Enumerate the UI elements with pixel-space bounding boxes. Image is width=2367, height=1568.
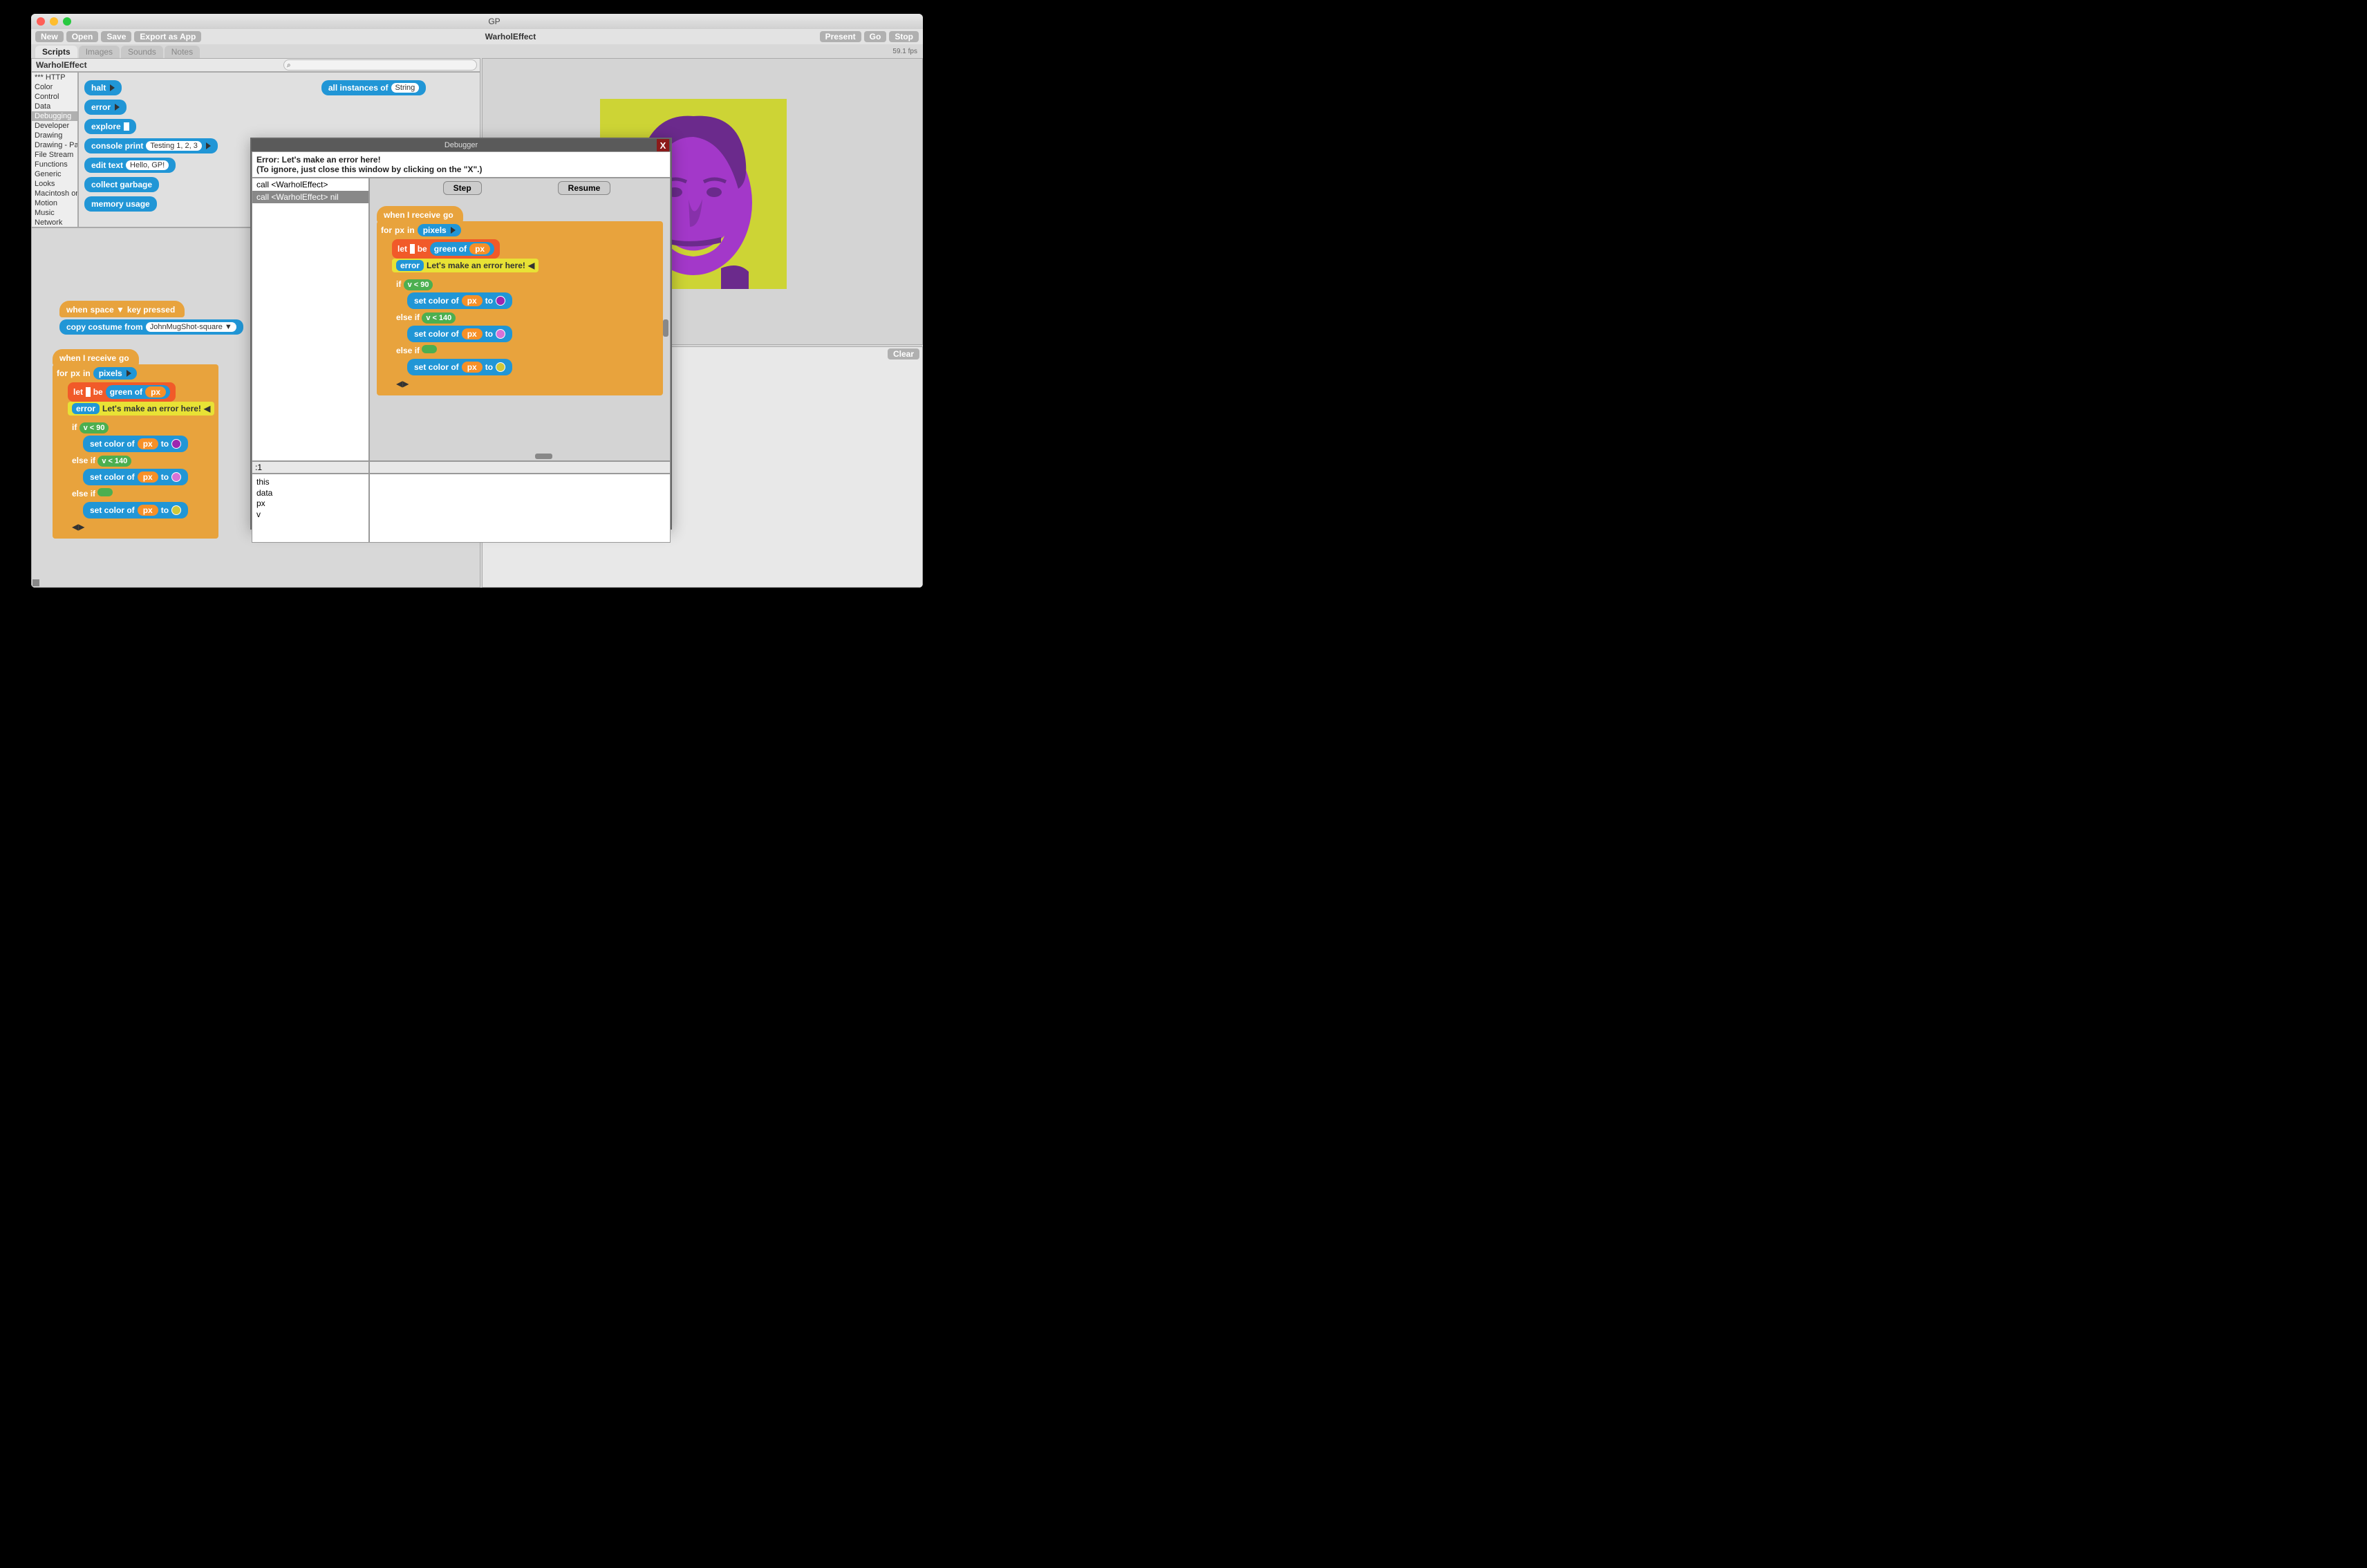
category-item[interactable]: Generic <box>32 169 77 179</box>
minimize-icon[interactable] <box>50 17 58 26</box>
clear-button[interactable]: Clear <box>888 348 919 360</box>
var-item[interactable]: v <box>256 510 364 521</box>
block-error-highlight[interactable]: error Let's make an error here! ◀ <box>392 259 539 272</box>
hat-when-key[interactable]: when space ▼ key pressed <box>59 301 185 317</box>
debugger-vars-list[interactable]: thisdatapxv <box>252 474 369 543</box>
category-item[interactable]: Drawing - Paths <box>32 140 77 150</box>
play-icon <box>110 84 115 91</box>
block-copy-costume[interactable]: copy costume from JohnMugShot-square ▼ <box>59 319 243 335</box>
debugger-error-message: Error: Let's make an error here! (To ign… <box>252 151 671 178</box>
category-item[interactable]: Functions <box>32 160 77 169</box>
hat-when-receive[interactable]: when I receive go <box>53 349 139 366</box>
debugger-var-inspector[interactable] <box>369 474 671 543</box>
window-title: GP <box>71 17 917 26</box>
category-item[interactable]: Debugging <box>32 111 77 121</box>
block-memory-usage[interactable]: memory usage <box>84 196 157 212</box>
debugger-stack[interactable]: call <WarholEffect> call <WarholEffect> … <box>252 178 369 461</box>
save-button[interactable]: Save <box>101 31 131 42</box>
block-let[interactable]: let v be green of px <box>392 239 500 259</box>
block-set-color[interactable]: set color of px to <box>83 502 188 519</box>
stack-item[interactable]: call <WarholEffect> <box>252 178 368 191</box>
block-halt[interactable]: halt <box>84 80 122 95</box>
play-icon <box>115 104 120 111</box>
open-button[interactable]: Open <box>66 31 99 42</box>
fps-label: 59.1 fps <box>892 48 917 55</box>
category-item[interactable]: Data <box>32 102 77 111</box>
editor-tabs: Scripts Images Sounds Notes <box>31 44 923 58</box>
present-button[interactable]: Present <box>820 31 861 42</box>
debugger-title: Debugger <box>445 141 478 149</box>
block-set-color[interactable]: set color of px to <box>407 326 512 342</box>
traffic-lights <box>37 17 71 26</box>
block-error-highlight[interactable]: error Let's make an error here! ◀ <box>68 402 214 416</box>
go-button[interactable]: Go <box>864 31 887 42</box>
debugger-code-view[interactable]: Step Resume when I receive go for px in … <box>369 178 671 461</box>
block-console-print[interactable]: console printTesting 1, 2, 3 <box>84 138 218 153</box>
category-list[interactable]: *** HTTPColorControlDataDebuggingDevelop… <box>31 72 78 227</box>
search-icon: ⌕ <box>287 62 291 69</box>
hat-when-receive[interactable]: when I receive go <box>377 206 463 223</box>
tab-sounds[interactable]: Sounds <box>121 46 163 58</box>
resume-button[interactable]: Resume <box>558 181 611 195</box>
tab-scripts[interactable]: Scripts <box>35 46 77 58</box>
category-item[interactable]: Network <box>32 218 77 227</box>
debugger-titlebar[interactable]: Debugger X <box>252 139 671 151</box>
class-name-label: WarholEffect <box>36 60 87 70</box>
script-main-stack[interactable]: when I receive go for px in pixels let v… <box>53 349 218 539</box>
tab-notes[interactable]: Notes <box>165 46 200 58</box>
block-collect-garbage[interactable]: collect garbage <box>84 177 159 192</box>
block-set-color[interactable]: set color of px to <box>407 292 512 309</box>
stack-item[interactable]: call <WarholEffect> nil <box>252 191 368 203</box>
close-icon[interactable] <box>37 17 45 26</box>
step-button[interactable]: Step <box>443 181 482 195</box>
stop-button[interactable]: Stop <box>889 31 919 42</box>
category-item[interactable]: Color <box>32 82 77 92</box>
block-edit-text[interactable]: edit textHello, GP! <box>84 158 176 173</box>
category-item[interactable]: Macintosh only <box>32 189 77 198</box>
category-item[interactable]: *** HTTP <box>32 73 77 82</box>
export-button[interactable]: Export as App <box>134 31 201 42</box>
debugger-window[interactable]: Debugger X Error: Let's make an error he… <box>250 138 672 530</box>
project-name: WarholEffect <box>204 32 816 41</box>
category-item[interactable]: File Stream <box>32 150 77 160</box>
category-item[interactable]: Motion <box>32 198 77 208</box>
category-item[interactable]: Developer <box>32 121 77 131</box>
search-input[interactable]: ⌕ <box>283 59 477 71</box>
resize-icon[interactable] <box>32 579 39 586</box>
category-item[interactable]: Drawing <box>32 131 77 140</box>
var-item[interactable]: data <box>256 488 364 499</box>
block-set-color[interactable]: set color of px to <box>83 436 188 452</box>
debugger-input[interactable] <box>252 461 369 474</box>
block-set-color[interactable]: set color of px to <box>407 359 512 375</box>
scrollbar-horizontal[interactable] <box>535 454 552 459</box>
tab-images[interactable]: Images <box>79 46 120 58</box>
new-button[interactable]: New <box>35 31 64 42</box>
main-toolbar: New Open Save Export as App WarholEffect… <box>31 29 923 44</box>
block-set-color[interactable]: set color of px to <box>83 469 188 485</box>
block-all-instances[interactable]: all instances ofString <box>321 80 426 95</box>
scrollbar-vertical[interactable] <box>663 319 668 337</box>
block-error[interactable]: error <box>84 100 127 115</box>
class-header: WarholEffect ⌕ <box>31 58 480 72</box>
category-item[interactable]: Looks <box>32 179 77 189</box>
maximize-icon[interactable] <box>63 17 71 26</box>
block-explore[interactable]: explore <box>84 119 136 134</box>
play-icon <box>206 142 211 149</box>
debugger-close-button[interactable]: X <box>657 139 669 151</box>
var-item[interactable]: px <box>256 498 364 510</box>
category-item[interactable]: Control <box>32 92 77 102</box>
category-item[interactable]: Music <box>32 208 77 218</box>
mac-titlebar: GP <box>31 14 923 29</box>
var-item[interactable]: this <box>256 477 364 488</box>
block-let[interactable]: let v be green of px <box>68 382 176 402</box>
